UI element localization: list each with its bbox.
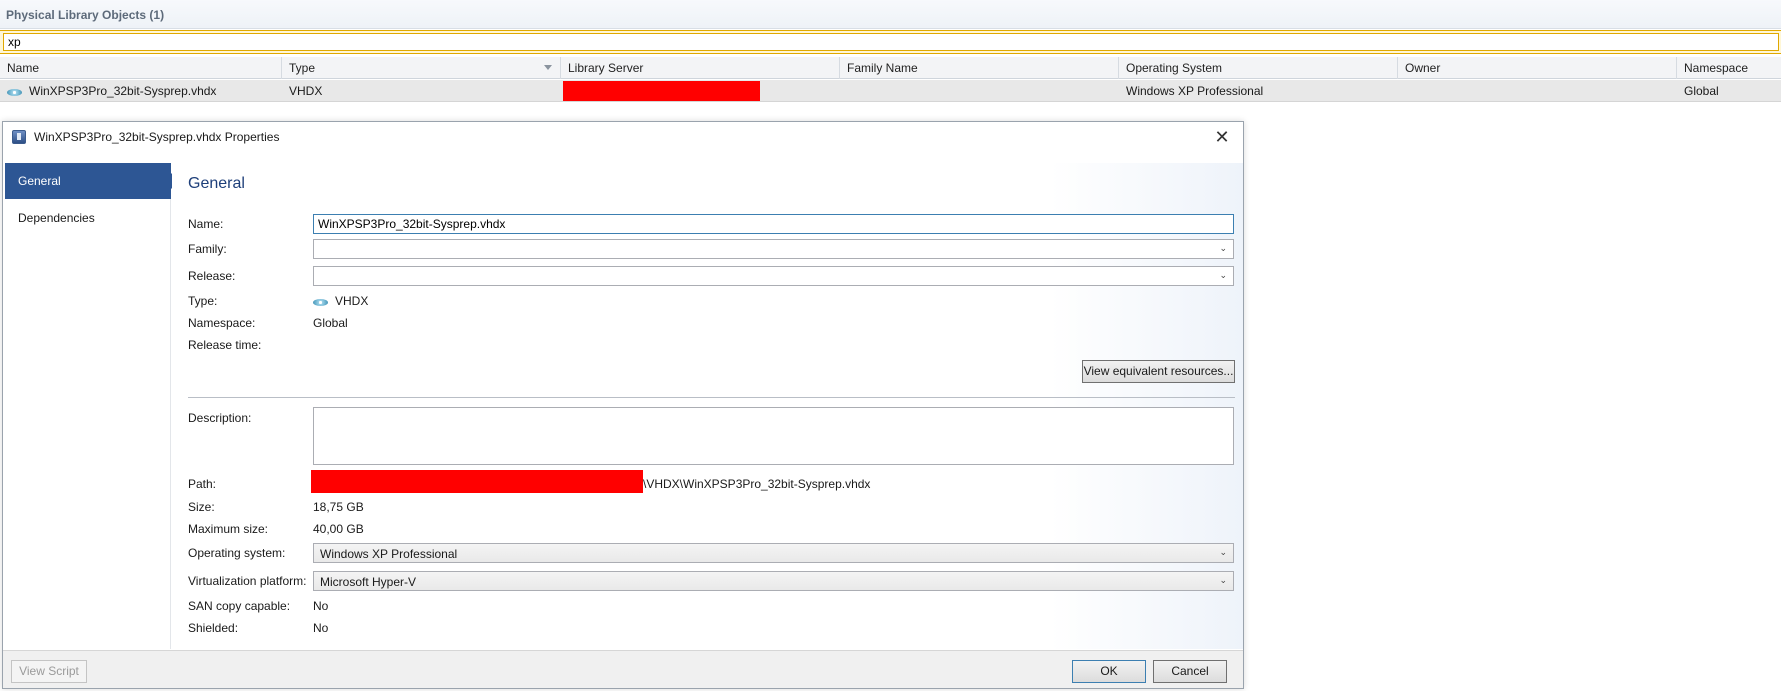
dialog-footer: View Script OK Cancel <box>3 650 1243 688</box>
section-title: General <box>188 175 245 192</box>
column-header-namespace[interactable]: Namespace <box>1677 57 1781 79</box>
filter-bar <box>0 30 1781 54</box>
cell-operating-system: Windows XP Professional <box>1126 84 1264 98</box>
description-field[interactable] <box>313 407 1234 465</box>
family-label: Family: <box>188 242 227 256</box>
column-header-operating-system[interactable]: Operating System <box>1119 57 1398 79</box>
column-header-type[interactable]: Type <box>282 57 561 79</box>
column-header-type-label: Type <box>289 61 316 75</box>
general-panel: General Name: Family: ⌄ Release: ⌄ Type:… <box>172 163 1243 649</box>
san-value: No <box>313 599 329 613</box>
virt-label: Virtualization platform: <box>188 574 307 588</box>
dialog-title: WinXPSP3Pro_32bit-Sysprep.vhdx Propertie… <box>34 130 280 144</box>
path-value: \VHDX\WinXPSP3Pro_32bit-Sysprep.vhdx <box>643 477 871 491</box>
divider <box>188 397 1235 398</box>
release-label: Release: <box>188 269 236 283</box>
chevron-down-icon: ⌄ <box>1219 547 1227 557</box>
grid-header: Name Type Library Server Family Name Ope… <box>0 57 1781 79</box>
column-header-name[interactable]: Name <box>0 57 282 79</box>
os-value: Windows XP Professional <box>320 547 458 561</box>
cell-name: WinXPSP3Pro_32bit-Sysprep.vhdx <box>0 80 282 102</box>
max-size-value: 40,00 GB <box>313 522 364 536</box>
virt-value: Microsoft Hyper-V <box>320 575 417 589</box>
os-combobox[interactable]: Windows XP Professional ⌄ <box>313 543 1234 563</box>
virtualization-platform-combobox[interactable]: Microsoft Hyper-V ⌄ <box>313 571 1234 591</box>
release-combobox[interactable]: ⌄ <box>313 266 1234 286</box>
namespace-label: Namespace: <box>188 316 256 330</box>
table-row[interactable]: WinXPSP3Pro_32bit-Sysprep.vhdx VHDX Wind… <box>0 80 1781 102</box>
close-icon[interactable]: ✕ <box>1211 126 1233 148</box>
cell-owner <box>1398 80 1677 102</box>
os-label: Operating system: <box>188 546 286 560</box>
redaction-path <box>311 470 643 493</box>
cell-name-text: WinXPSP3Pro_32bit-Sysprep.vhdx <box>29 84 217 98</box>
properties-window-icon <box>12 130 26 144</box>
dialog-nav: General Dependencies <box>5 163 179 649</box>
chevron-down-icon: ⌄ <box>1219 575 1227 585</box>
column-header-owner[interactable]: Owner <box>1398 57 1677 79</box>
type-label: Type: <box>188 294 218 308</box>
disk-icon <box>313 297 328 307</box>
column-header-library-server[interactable]: Library Server <box>561 57 840 79</box>
properties-dialog: WinXPSP3Pro_32bit-Sysprep.vhdx Propertie… <box>2 121 1244 689</box>
nav-item-dependencies[interactable]: Dependencies <box>5 200 171 236</box>
shielded-label: Shielded: <box>188 621 239 635</box>
family-combobox[interactable]: ⌄ <box>313 239 1234 259</box>
release-time-label: Release time: <box>188 338 262 352</box>
size-value: 18,75 GB <box>313 500 364 514</box>
dialog-titlebar[interactable]: WinXPSP3Pro_32bit-Sysprep.vhdx Propertie… <box>3 122 1243 152</box>
san-label: SAN copy capable: <box>188 599 291 613</box>
column-header-family-name[interactable]: Family Name <box>840 57 1119 79</box>
library-title: Physical Library Objects (1) <box>6 8 165 22</box>
cancel-button[interactable]: Cancel <box>1153 660 1227 683</box>
namespace-value: Global <box>313 316 348 330</box>
cell-type: VHDX <box>289 84 323 98</box>
chevron-down-icon: ⌄ <box>1219 270 1227 280</box>
cell-family-name <box>840 80 1119 102</box>
redaction-library-server <box>563 81 760 101</box>
chevron-down-icon: ⌄ <box>1219 243 1227 253</box>
type-text: VHDX <box>335 294 369 308</box>
path-label: Path: <box>188 477 217 491</box>
ok-button[interactable]: OK <box>1072 660 1146 683</box>
name-label: Name: <box>188 217 224 231</box>
max-size-label: Maximum size: <box>188 522 269 536</box>
library-header: Physical Library Objects (1) <box>0 0 1781 29</box>
cell-namespace: Global <box>1684 84 1719 98</box>
view-script-button[interactable]: View Script <box>11 660 87 683</box>
cell-library-server <box>561 80 840 102</box>
name-field[interactable] <box>313 214 1234 234</box>
view-equivalent-resources-button[interactable]: View equivalent resources... <box>1082 360 1235 383</box>
filter-input[interactable] <box>3 33 1779 51</box>
description-label: Description: <box>188 411 252 425</box>
sort-desc-icon <box>544 65 552 70</box>
disk-icon <box>7 87 22 97</box>
size-label: Size: <box>188 500 215 514</box>
type-value: VHDX <box>313 294 368 308</box>
shielded-value: No <box>313 621 329 635</box>
nav-item-general[interactable]: General <box>5 163 179 199</box>
